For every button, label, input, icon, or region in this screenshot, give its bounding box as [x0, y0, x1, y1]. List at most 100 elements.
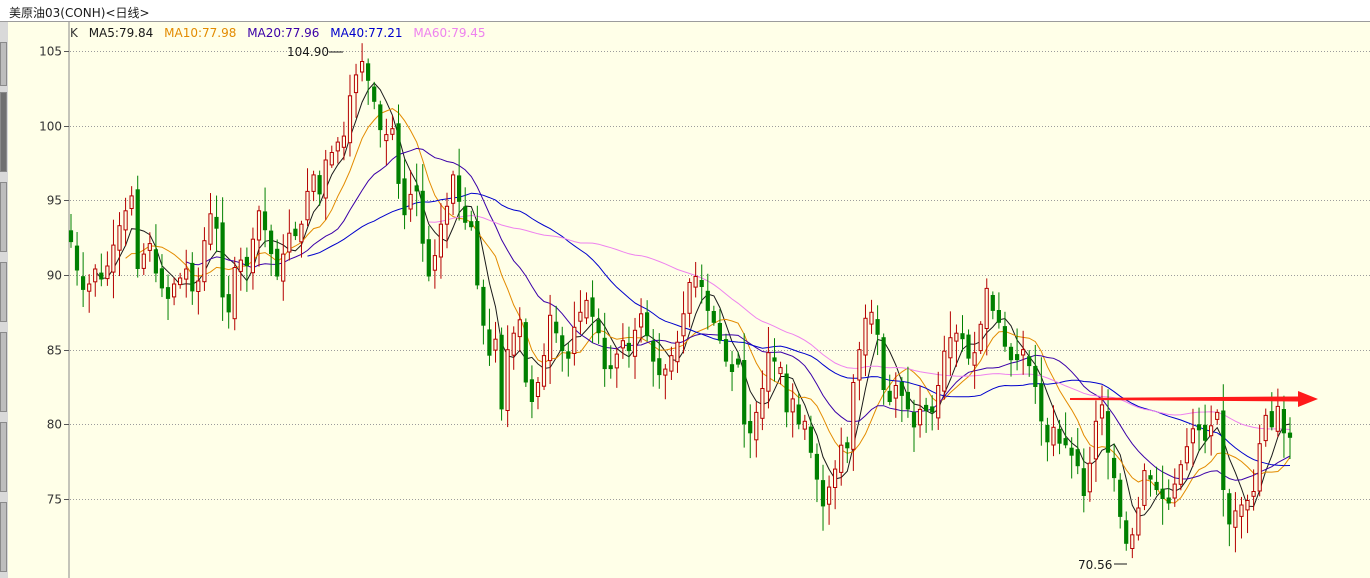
candle [699, 264, 704, 304]
candle [608, 345, 613, 379]
candle-body [408, 193, 413, 210]
candle-body [802, 420, 807, 430]
candle [948, 311, 953, 376]
candle-body [990, 295, 995, 311]
candle-body [1154, 481, 1159, 490]
candle [645, 300, 650, 342]
candle [372, 81, 377, 110]
candle [1178, 460, 1183, 491]
candle-body [1221, 410, 1226, 490]
candlestick-chart[interactable]: 105 100 95 90 85 80 75 104.90 70.56 [0, 0, 1370, 578]
candle-body [256, 210, 262, 241]
candle-body [851, 382, 856, 450]
candle [535, 377, 541, 410]
candle [554, 305, 559, 343]
candle [499, 327, 504, 421]
candle [560, 326, 565, 372]
candle-body [645, 312, 650, 337]
left-tab[interactable] [0, 262, 7, 322]
candle [626, 326, 631, 368]
candle [432, 239, 437, 289]
candle-body [390, 128, 395, 135]
candle [1008, 343, 1014, 377]
candle [1093, 400, 1099, 482]
candle-body [566, 351, 571, 359]
candle-body [1275, 405, 1280, 432]
candle [438, 203, 443, 279]
ma-legend: K MA5:79.84 MA10:77.98 MA20:77.96 MA40:7… [70, 26, 493, 40]
candle-body [311, 174, 316, 192]
candle [135, 175, 140, 278]
candle [226, 275, 231, 329]
candles [68, 43, 1293, 559]
candle-body [905, 391, 910, 410]
candle-body [736, 358, 741, 365]
candle-body [942, 350, 947, 392]
candle-body [1045, 425, 1050, 443]
candle-body [1281, 409, 1286, 434]
candle-body [657, 358, 662, 376]
candle [887, 374, 892, 406]
left-tab[interactable] [0, 332, 7, 412]
candle-body [827, 486, 832, 505]
candle [632, 317, 638, 379]
candle [384, 118, 389, 166]
candle [378, 100, 383, 148]
candle-body [505, 349, 510, 412]
candle [978, 321, 983, 354]
candle [675, 330, 680, 373]
candle [529, 365, 534, 419]
candle [214, 195, 219, 253]
candle [833, 460, 838, 510]
left-toolbar-strip[interactable] [0, 22, 8, 578]
candle [566, 342, 571, 377]
candle-body [353, 74, 359, 94]
candle-body [881, 337, 886, 390]
candle [814, 443, 819, 503]
candle-body [626, 342, 631, 352]
candle [402, 159, 407, 230]
candle-body [930, 406, 935, 413]
candle [748, 404, 753, 459]
candle [541, 343, 547, 390]
y-tick-label: 95 [47, 194, 62, 208]
candle-body [226, 294, 231, 313]
left-tab-active[interactable] [0, 92, 7, 172]
candle-body [208, 213, 213, 245]
candle [165, 274, 171, 321]
candle-body [814, 453, 819, 480]
candle-body [717, 323, 722, 341]
candle [172, 277, 177, 306]
candle [1105, 389, 1111, 480]
high-label: 104.90 [287, 45, 329, 59]
left-tab[interactable] [0, 422, 7, 492]
candle-body [481, 286, 486, 326]
candle [572, 301, 577, 366]
candle-body [1027, 356, 1032, 367]
candle-body [1093, 420, 1099, 460]
candle [202, 227, 207, 291]
candle-body [1209, 425, 1214, 437]
candle [717, 309, 722, 344]
candle-body [293, 228, 298, 237]
candle-body [845, 442, 850, 449]
candle [505, 325, 510, 428]
candle [311, 170, 316, 202]
candle-body [438, 223, 443, 258]
left-tab[interactable] [0, 502, 7, 572]
left-tab[interactable] [0, 42, 7, 86]
candle [639, 298, 644, 343]
candle [754, 401, 759, 458]
candle-body [457, 175, 462, 202]
candle-body [833, 468, 838, 489]
candle-body [1148, 475, 1153, 480]
candle-body [1118, 479, 1123, 517]
left-tab[interactable] [0, 182, 7, 252]
candle [687, 278, 692, 328]
candle [584, 292, 589, 325]
candle-body [917, 408, 923, 426]
candle-body [511, 332, 516, 356]
y-tick-label: 75 [47, 493, 62, 507]
candle-body [451, 174, 456, 204]
candle-body [275, 248, 280, 277]
